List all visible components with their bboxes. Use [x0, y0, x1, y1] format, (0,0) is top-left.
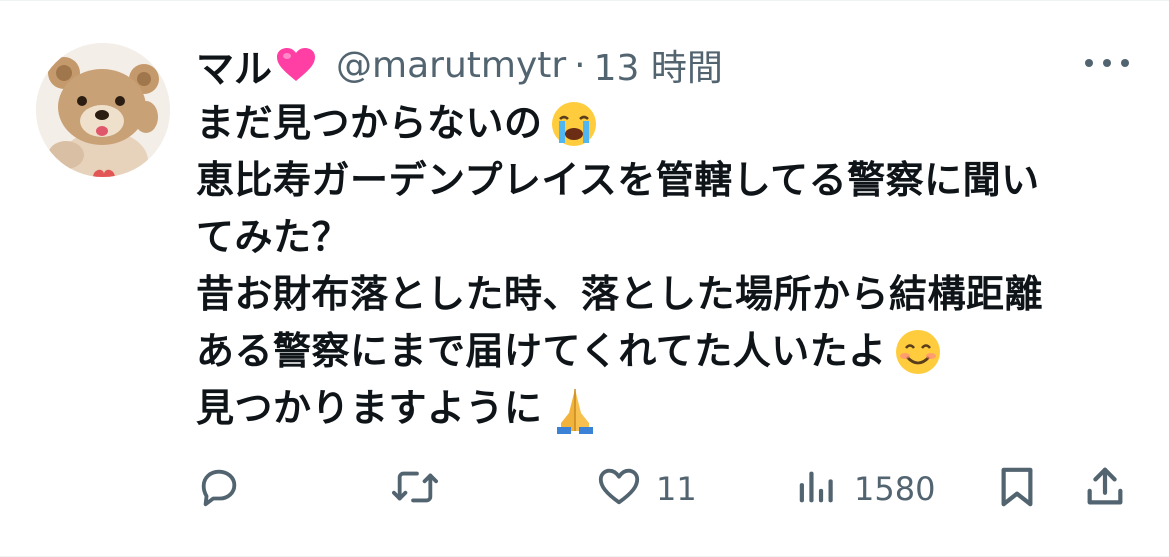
- tweet-line-text: 見つかりますように: [196, 386, 543, 430]
- tweet-line-text: 恵比寿ガーデンプレイスを管轄してる警察に聞い: [196, 158, 1040, 202]
- tweet-line: まだ見つからないの: [196, 95, 1136, 152]
- share-icon: [1082, 464, 1128, 514]
- tweet-text: まだ見つからないの 恵比寿ガーデンプレイスを管轄してる警察に聞い てみた？ 昔お…: [196, 95, 1136, 437]
- views-button[interactable]: 1580: [794, 461, 935, 517]
- share-button[interactable]: [1082, 461, 1128, 517]
- tweet-line-text: ある警察にまで届けてくれてた人いたよ: [196, 329, 887, 373]
- retweet-button[interactable]: [390, 461, 440, 517]
- reply-icon: [196, 464, 242, 514]
- reply-button[interactable]: [196, 461, 242, 517]
- tweet-action-bar: 11 1580: [0, 461, 1169, 517]
- tweet-line: てみた？: [196, 209, 1136, 266]
- like-button[interactable]: 11: [596, 461, 697, 517]
- tweet-line-text: 昔お財布落とした時、落とした場所から結構距離: [196, 272, 1044, 316]
- teddy-bear-avatar-image: [36, 43, 170, 177]
- retweet-icon: [390, 464, 440, 514]
- tweet-line: 昔お財布落とした時、落とした場所から結構距離: [196, 266, 1136, 323]
- display-name[interactable]: マル: [196, 38, 272, 93]
- avatar[interactable]: [36, 43, 170, 177]
- views-count: 1580: [854, 470, 936, 508]
- tweet-line-text: まだ見つからないの: [196, 101, 543, 145]
- crying-face-emoji: [549, 99, 599, 149]
- bookmark-button[interactable]: [996, 461, 1038, 517]
- views-icon: [794, 464, 840, 514]
- heart-icon: [596, 464, 642, 514]
- tweet-line: ある警察にまで届けてくれてた人いたよ: [196, 323, 1136, 380]
- user-handle[interactable]: @marutmytr: [336, 45, 566, 86]
- tweet-card[interactable]: マル @marutmytr · 13 時間 まだ見つからないの 恵比寿ガーデンプ…: [0, 0, 1169, 557]
- heart-emoji: [276, 47, 316, 83]
- bookmark-icon: [996, 464, 1038, 514]
- like-count: 11: [656, 470, 697, 508]
- separator-dot: ·: [574, 44, 586, 86]
- tweet-header: マル @marutmytr · 13 時間: [196, 37, 723, 93]
- more-options-icon[interactable]: [1085, 53, 1129, 73]
- timestamp[interactable]: 13 時間: [594, 39, 723, 91]
- folded-hands-emoji: [549, 383, 601, 435]
- tweet-line: 見つかりますように: [196, 380, 1136, 437]
- smiling-face-emoji: [893, 327, 943, 377]
- tweet-line-text: てみた？: [196, 215, 351, 259]
- tweet-line: 恵比寿ガーデンプレイスを管轄してる警察に聞い: [196, 152, 1136, 209]
